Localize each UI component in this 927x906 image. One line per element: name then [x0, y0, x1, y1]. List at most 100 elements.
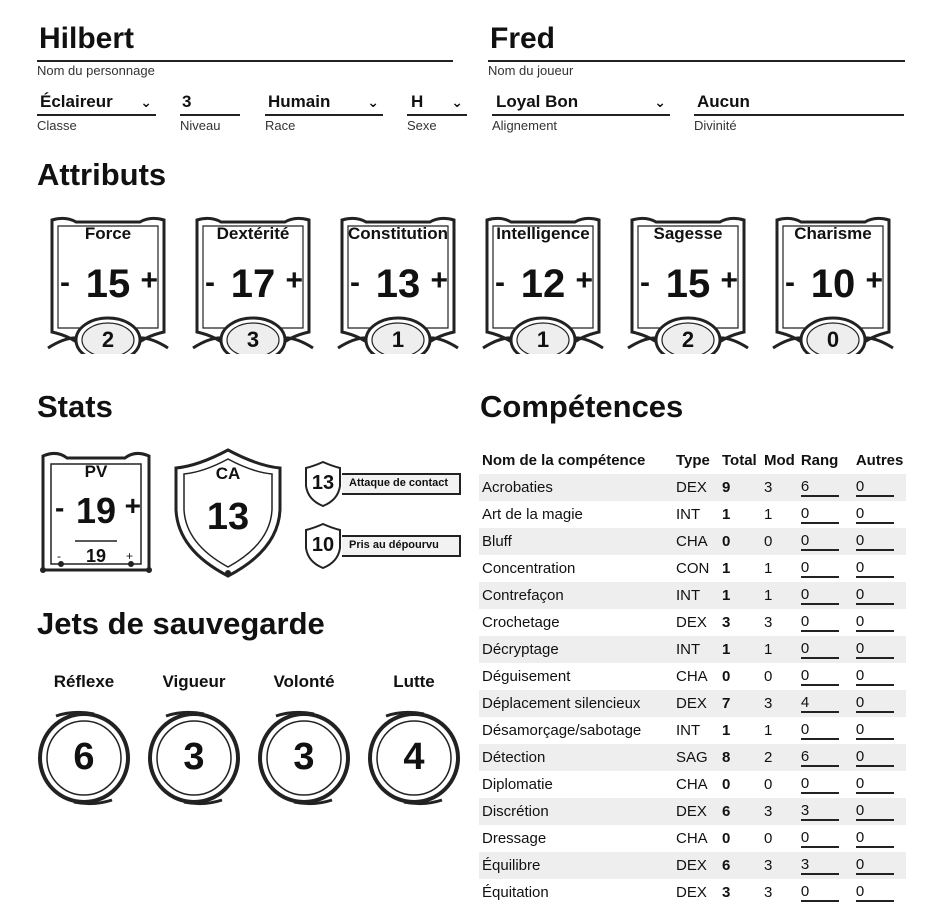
skill-rank-cell: 0 — [797, 528, 853, 555]
skill-rank-input[interactable]: 6 — [800, 748, 839, 767]
skill-other-input[interactable]: 0 — [855, 505, 894, 524]
skill-other-input[interactable]: 0 — [855, 829, 894, 848]
hp-plus-button[interactable]: + — [125, 490, 141, 522]
skill-other-input[interactable]: 0 — [855, 883, 894, 902]
skill-type: CHA — [673, 528, 719, 555]
deity-input[interactable]: Aucun — [694, 92, 904, 116]
player-name-field[interactable]: Fred — [488, 22, 905, 62]
attribute-modifier: 3 — [246, 327, 260, 352]
class-select[interactable]: Éclaireur ⌄ — [37, 92, 156, 116]
alignment-select[interactable]: Loyal Bon ⌄ — [492, 92, 670, 116]
skill-rank-input[interactable]: 0 — [800, 721, 839, 740]
increment-button[interactable]: + — [140, 264, 158, 298]
skill-other-input[interactable]: 0 — [855, 694, 894, 713]
character-name-field[interactable]: Hilbert — [37, 22, 453, 62]
hp-card: PV - 19 + - 19 + — [37, 446, 155, 578]
skill-rank-input[interactable]: 3 — [800, 802, 839, 821]
skill-other-cell: 0 — [853, 555, 907, 582]
skill-other-input[interactable]: 0 — [855, 613, 894, 632]
alignment-value: Loyal Bon — [496, 92, 579, 111]
skill-rank-cell: 0 — [798, 555, 853, 582]
skill-type: SAG — [673, 744, 719, 771]
increment-button[interactable]: + — [865, 264, 883, 298]
chevron-down-icon: ⌄ — [367, 94, 379, 110]
col-other: Autres — [855, 451, 904, 469]
skill-rank-input[interactable]: 0 — [800, 775, 839, 794]
skill-row: Contrefaçon INT 1 1 0 0 — [479, 582, 907, 609]
increment-button[interactable]: + — [720, 264, 738, 298]
skill-other-input[interactable]: 0 — [855, 856, 894, 875]
skill-row: Bluff CHA 0 0 0 0 — [479, 528, 907, 555]
race-select[interactable]: Humain ⌄ — [265, 92, 383, 116]
skill-rank-input[interactable]: 4 — [800, 694, 839, 713]
skill-row: Diplomatie CHA 0 0 0 0 — [479, 771, 906, 798]
skill-rank-input[interactable]: 0 — [800, 829, 839, 848]
skill-row: Discrétion DEX 6 3 3 0 — [479, 798, 907, 825]
skill-name: Acrobaties — [479, 474, 673, 501]
col-rank: Rang — [800, 451, 839, 469]
saving-throw: Lutte 4 — [364, 672, 464, 806]
skill-other-cell: 0 — [852, 852, 907, 879]
skill-other-input[interactable]: 0 — [855, 721, 894, 740]
hp-max-plus-button[interactable]: + — [126, 549, 133, 563]
col-skill-name: Nom de la compétence — [482, 451, 646, 469]
saves-heading: Jets de sauvegarde — [37, 606, 325, 641]
skill-rank-input[interactable]: 0 — [800, 586, 839, 605]
skill-rank-cell: 0 — [798, 825, 853, 852]
skill-rank-input[interactable]: 0 — [800, 505, 839, 524]
skill-rank-input[interactable]: 0 — [800, 532, 839, 551]
saving-throw-name: Réflexe — [53, 672, 115, 691]
col-total: Total — [722, 451, 757, 469]
skill-mod: 3 — [764, 614, 773, 631]
skill-total: 1 — [722, 506, 731, 523]
skill-rank-input[interactable]: 0 — [800, 559, 839, 578]
skill-mod: 1 — [761, 582, 798, 609]
skill-name: Crochetage — [482, 614, 560, 631]
skill-mod: 3 — [761, 474, 798, 501]
skill-other-input[interactable]: 0 — [855, 667, 894, 686]
flat-footed-value: 10 — [311, 534, 335, 556]
race-label: Race — [265, 118, 296, 133]
skill-other-cell: 0 — [853, 663, 907, 690]
attribute-name: Constitution — [347, 224, 449, 243]
sex-select[interactable]: H ⌄ — [407, 92, 467, 116]
skill-rank-input[interactable]: 0 — [800, 613, 839, 632]
skill-rank-input[interactable]: 0 — [800, 883, 839, 902]
skill-total: 6 — [719, 852, 761, 879]
skill-other-cell: 0 — [852, 474, 907, 501]
attribute-name: Intelligence — [496, 224, 590, 243]
saving-throw-name: Volonté — [273, 672, 335, 691]
skill-other-input[interactable]: 0 — [855, 775, 894, 794]
skill-other-input[interactable]: 0 — [855, 748, 894, 767]
increment-button[interactable]: + — [575, 264, 593, 298]
skill-total: 0 — [722, 776, 731, 793]
skill-rank-cell: 3 — [797, 798, 853, 825]
skill-other-input[interactable]: 0 — [855, 532, 894, 551]
skill-row: Décryptage INT 1 1 0 0 — [479, 636, 907, 663]
skill-total: 0 — [722, 830, 731, 847]
deity-value: Aucun — [697, 92, 750, 111]
level-input[interactable]: 3 — [180, 92, 240, 116]
skill-total: 7 — [719, 690, 761, 717]
saving-throw-value: 3 — [293, 736, 315, 778]
skill-type: INT — [673, 582, 719, 609]
attribute-card: Charisme -10 +0 — [771, 214, 895, 354]
skill-other-input[interactable]: 0 — [855, 586, 894, 605]
skill-other-input[interactable]: 0 — [855, 559, 894, 578]
skill-rank-input[interactable]: 6 — [800, 478, 839, 497]
saving-throw-name: Lutte — [393, 672, 435, 691]
skill-other-cell: 0 — [852, 798, 907, 825]
skill-type: DEX — [676, 884, 707, 901]
skill-rank-input[interactable]: 0 — [800, 640, 839, 659]
skill-mod: 3 — [761, 852, 798, 879]
skill-other-input[interactable]: 0 — [855, 478, 894, 497]
skill-rank-input[interactable]: 3 — [800, 856, 839, 875]
skill-row: Détection SAG 8 2 6 0 — [479, 744, 907, 771]
increment-button[interactable]: + — [285, 264, 303, 298]
increment-button[interactable]: + — [430, 264, 448, 298]
skill-rank-cell: 6 — [797, 474, 853, 501]
skill-name: Déguisement — [482, 668, 571, 685]
skill-other-input[interactable]: 0 — [855, 640, 894, 659]
skill-other-input[interactable]: 0 — [855, 802, 894, 821]
skill-rank-input[interactable]: 0 — [800, 667, 839, 686]
